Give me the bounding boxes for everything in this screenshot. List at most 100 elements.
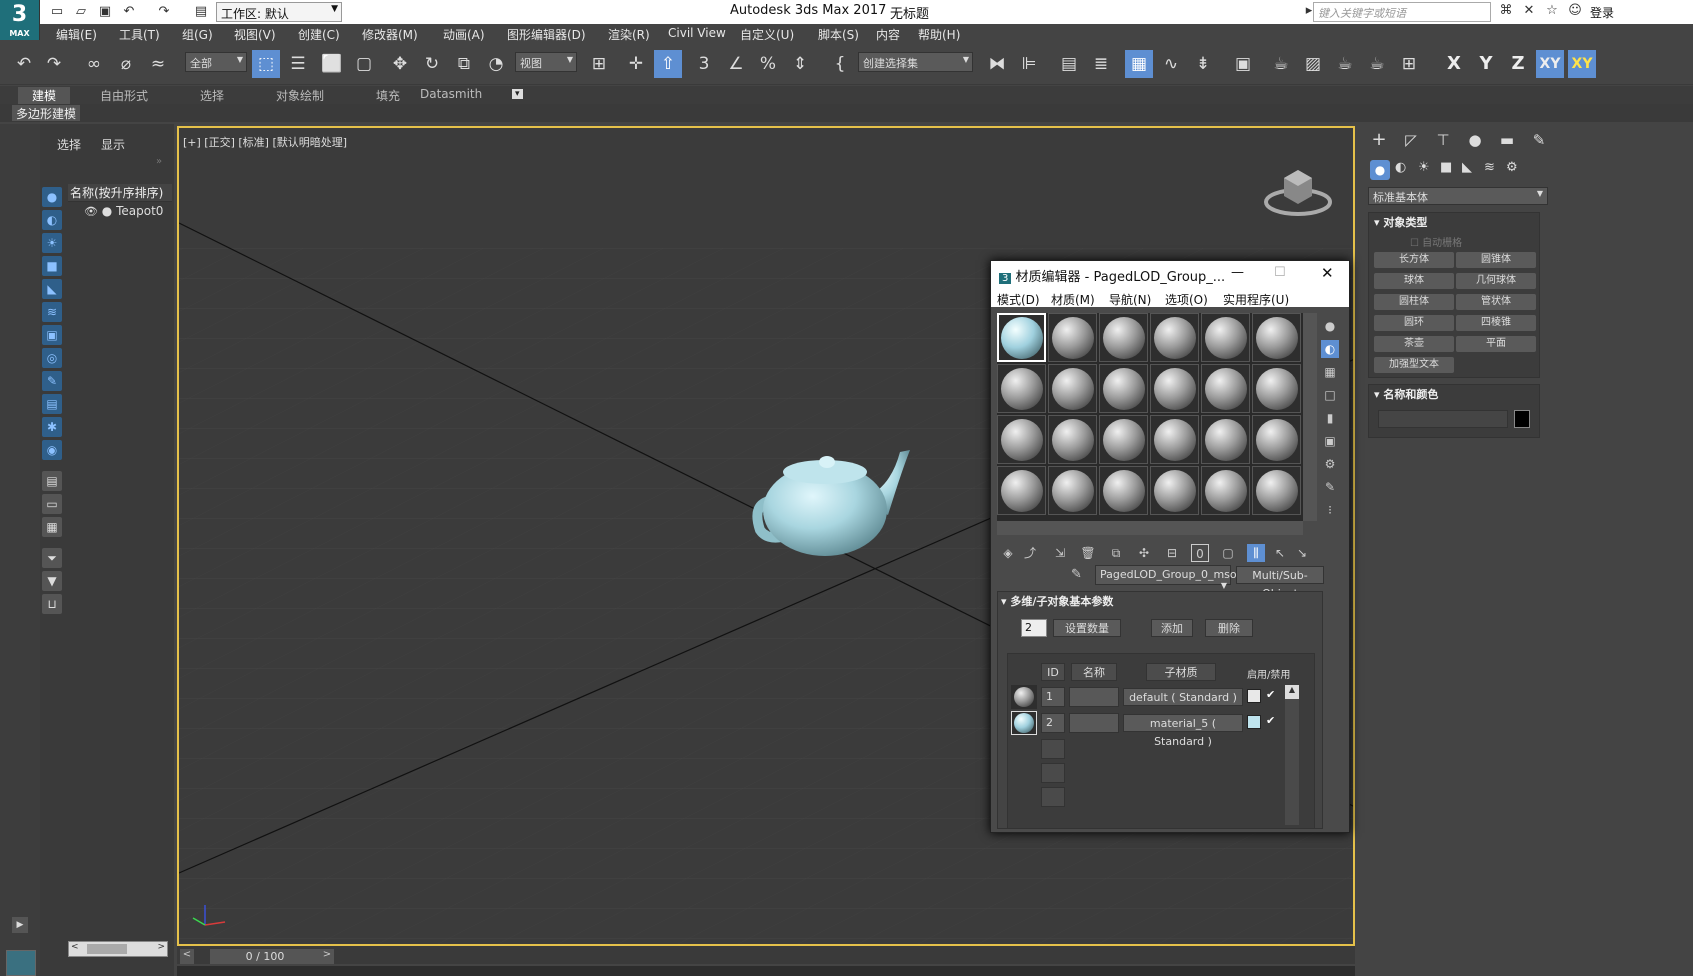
- bucket-icon[interactable]: ⊔: [42, 594, 62, 614]
- sample-slot[interactable]: [1099, 466, 1148, 515]
- curve-editor-icon[interactable]: ∿: [1157, 50, 1185, 78]
- row-id[interactable]: 2: [1041, 713, 1065, 733]
- filter-icon[interactable]: ▼: [42, 571, 62, 591]
- sample-slot[interactable]: [1048, 313, 1097, 362]
- render-production-icon[interactable]: ☕: [1331, 50, 1359, 78]
- row-color-swatch[interactable]: [1247, 689, 1261, 703]
- sample-slot[interactable]: [1150, 313, 1199, 362]
- sample-slot[interactable]: [1252, 313, 1301, 362]
- save-icon[interactable]: ▣: [96, 3, 114, 21]
- select-by-material-icon[interactable]: ✎: [1321, 478, 1339, 496]
- auto-grid-checkbox[interactable]: ☐ 自动栅格: [1410, 234, 1462, 249]
- show-shaded-icon[interactable]: ▢: [1219, 544, 1237, 562]
- ribbon-options-icon[interactable]: ▾: [512, 89, 523, 99]
- undo-icon[interactable]: ↶: [10, 50, 38, 78]
- row-enable-checkbox[interactable]: ✔: [1266, 688, 1275, 701]
- sample-slot[interactable]: [1150, 466, 1199, 515]
- id-column-header[interactable]: ID: [1041, 663, 1065, 681]
- display-all-icon[interactable]: ✱: [42, 417, 62, 437]
- name-color-title[interactable]: ▾ 名称和颜色: [1374, 386, 1438, 402]
- object-name-input[interactable]: [1378, 410, 1508, 428]
- undo-icon[interactable]: ↶: [120, 3, 138, 21]
- utilities-panel-icon[interactable]: ✎: [1525, 126, 1553, 154]
- menu-edit[interactable]: 编辑(E): [56, 26, 97, 43]
- menu-modifiers[interactable]: 修改器(M): [362, 26, 418, 43]
- make-copy-icon[interactable]: ⧉: [1107, 544, 1125, 562]
- slot-horizontal-scrollbar[interactable]: [997, 521, 1303, 535]
- object-color-swatch[interactable]: [1514, 410, 1530, 428]
- tube-button[interactable]: 管状体: [1456, 294, 1536, 310]
- schematic-view-icon[interactable]: ⇟: [1189, 50, 1217, 78]
- list-view-icon[interactable]: ▤: [42, 471, 62, 491]
- tab-select[interactable]: 选择: [57, 136, 81, 153]
- menu-tools[interactable]: 工具(T): [119, 26, 160, 43]
- mirror-icon[interactable]: ⧓: [983, 50, 1011, 78]
- row-id[interactable]: 1: [1041, 687, 1065, 707]
- pivot-center-icon[interactable]: ⊞: [585, 50, 613, 78]
- box-button[interactable]: 长方体: [1374, 252, 1454, 268]
- search-input[interactable]: 键入关键字或短语: [1313, 2, 1491, 22]
- go-to-parent-icon[interactable]: ↖: [1271, 544, 1289, 562]
- play-arrow-icon[interactable]: ▶: [12, 917, 28, 933]
- menu-views[interactable]: 视图(V): [234, 26, 276, 43]
- tab-modeling[interactable]: 建模: [18, 87, 71, 104]
- delete-button[interactable]: 删除: [1205, 619, 1253, 637]
- me-menu-modes[interactable]: 模式(D): [997, 291, 1040, 308]
- row-submaterial-button[interactable]: material_5 ( Standard ): [1123, 714, 1243, 748]
- sample-slot[interactable]: [1150, 415, 1199, 464]
- geosphere-button[interactable]: 几何球体: [1456, 273, 1536, 289]
- object-type-title[interactable]: ▾ 对象类型: [1374, 214, 1427, 230]
- sample-slot[interactable]: [1252, 466, 1301, 515]
- prev-frame-button[interactable]: <: [180, 949, 194, 964]
- sample-slot[interactable]: [997, 466, 1046, 515]
- put-to-scene-icon[interactable]: ⤴: [1021, 544, 1039, 562]
- sample-slot[interactable]: [1150, 364, 1199, 413]
- viewcube[interactable]: [1262, 160, 1334, 220]
- text-plus-button[interactable]: 加强型文本: [1374, 357, 1454, 373]
- select-manipulate-icon[interactable]: ✛: [622, 50, 650, 78]
- eye-icon[interactable]: 👁: [84, 205, 98, 218]
- filter-funnel-icon[interactable]: ⏷: [42, 548, 62, 568]
- me-menu-utilities[interactable]: 实用程序(U): [1223, 291, 1289, 308]
- plane-button[interactable]: 平面: [1456, 336, 1536, 352]
- select-object-icon[interactable]: ⬚: [252, 50, 280, 78]
- pick-material-eyedropper-icon[interactable]: ✎: [1071, 567, 1082, 582]
- spacewarps-category-icon[interactable]: ≋: [1484, 160, 1495, 175]
- slot-vertical-scrollbar[interactable]: [1303, 313, 1317, 521]
- display-containers-icon[interactable]: ▤: [42, 394, 62, 414]
- put-to-library-icon[interactable]: ⊟: [1163, 544, 1181, 562]
- sample-slot[interactable]: [1201, 466, 1250, 515]
- edit-named-selection-icon[interactable]: {: [826, 50, 854, 78]
- sample-slot[interactable]: [1099, 313, 1148, 362]
- shapes-category-icon[interactable]: ◐: [1395, 160, 1406, 175]
- options-icon[interactable]: ⚙: [1321, 455, 1339, 473]
- set-count-button[interactable]: 设置数量: [1053, 619, 1121, 637]
- favorites-star-icon[interactable]: ☆: [1543, 3, 1561, 21]
- display-panel-icon[interactable]: ▬: [1493, 126, 1521, 154]
- background-icon[interactable]: ▦: [1321, 363, 1339, 381]
- rollout-title[interactable]: ▾ 多维/子对象基本参数: [1001, 593, 1113, 609]
- systems-category-icon[interactable]: ⚙: [1506, 160, 1518, 175]
- percent-snap-icon[interactable]: %: [754, 50, 782, 78]
- menu-content[interactable]: 内容: [876, 26, 900, 43]
- add-button[interactable]: 添加: [1151, 619, 1193, 637]
- get-material-icon[interactable]: ◈: [999, 544, 1017, 562]
- display-cameras-icon[interactable]: ■: [42, 256, 62, 276]
- viewport-label[interactable]: [+] [正交] [标准] [默认明暗处理]: [183, 134, 347, 150]
- align-icon[interactable]: ⊫: [1015, 50, 1043, 78]
- column-header[interactable]: 名称(按升序排序): [68, 184, 172, 202]
- me-menu-options[interactable]: 选项(O): [1165, 291, 1208, 308]
- binoculars-icon[interactable]: ⌘: [1497, 3, 1515, 21]
- timeline-track[interactable]: [177, 966, 1355, 976]
- show-end-result-icon[interactable]: ⫼: [1247, 544, 1265, 562]
- close-icon[interactable]: ✕: [1321, 264, 1334, 282]
- material-id-channel-icon[interactable]: 0: [1191, 544, 1209, 562]
- primitive-category-dropdown[interactable]: 标准基本体 ▼: [1368, 187, 1548, 205]
- menu-graph-editors[interactable]: 图形编辑器(D): [507, 26, 586, 43]
- make-preview-icon[interactable]: ▣: [1321, 432, 1339, 450]
- time-slider-track[interactable]: [177, 946, 1355, 964]
- render-iterative-icon[interactable]: ☕: [1363, 50, 1391, 78]
- sample-slot[interactable]: [1099, 415, 1148, 464]
- axis-z-button[interactable]: Z: [1504, 50, 1532, 78]
- sample-slot[interactable]: [1048, 415, 1097, 464]
